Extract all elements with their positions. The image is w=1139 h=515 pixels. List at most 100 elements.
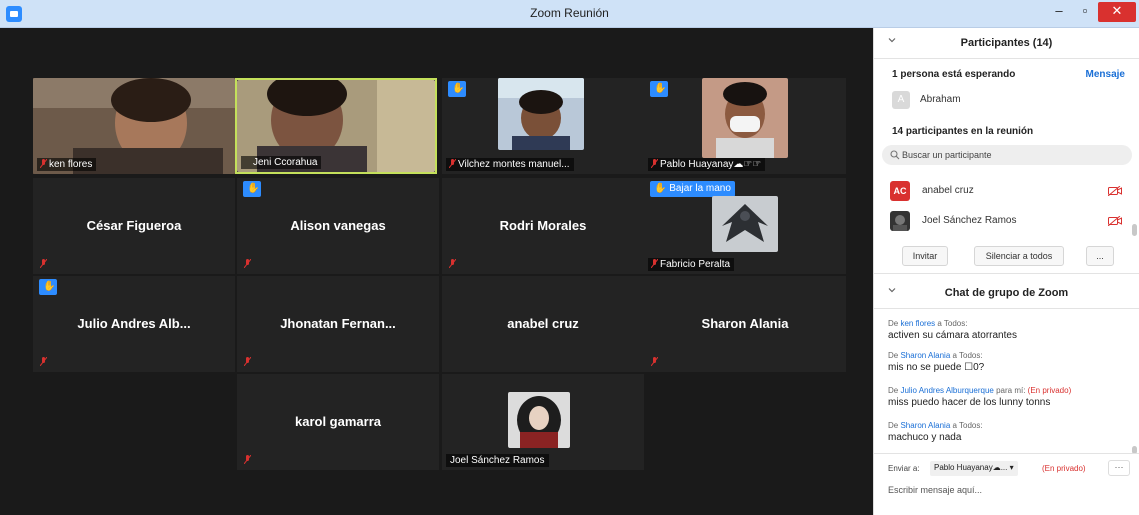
raised-hand-icon: ✋: [448, 81, 466, 97]
avatar: [890, 211, 910, 231]
participant-name: Alison vanegas: [290, 218, 386, 233]
chat-sender[interactable]: ken flores: [900, 319, 935, 328]
video-tile-jeni-ccorahua[interactable]: Jeni Ccorahua: [235, 78, 437, 174]
close-button[interactable]: ✕: [1098, 2, 1136, 22]
divider: [874, 308, 1139, 309]
video-tile-ken-flores[interactable]: ken flores: [33, 78, 235, 174]
participant-name-label: Jeni Ccorahua: [241, 156, 322, 169]
video-tile-sharon-alania[interactable]: Sharon Alania: [644, 276, 846, 372]
participant-name-label: Vilchez montes manuel...: [446, 158, 574, 171]
muted-mic-icon: [40, 259, 47, 268]
chat-text: mis no se puede ☐0?: [888, 362, 985, 373]
chat-sender[interactable]: Julio Andres Alburquerque: [900, 386, 993, 395]
video-gallery: ken flores Jeni Ccorahua ✋ Vilchez monte…: [0, 28, 873, 515]
video-tile-cesar-figueroa[interactable]: César Figueroa: [33, 178, 235, 274]
participants-header: Participantes (14): [874, 28, 1139, 58]
raised-hand-icon: ✋: [243, 181, 261, 197]
chat-text: activen su cámara atorrantes: [888, 330, 1017, 341]
participant-avatar-image: [508, 392, 570, 448]
chat-meta: De Julio Andres Alburquerque para mí: (E…: [888, 386, 1072, 395]
participants-title: Participantes (14): [960, 37, 1053, 49]
message-waiting-link[interactable]: Mensaje: [1086, 69, 1125, 80]
waiting-participant-name: Abraham: [920, 94, 961, 105]
participant-name-label: Fabricio Peralta: [648, 258, 735, 271]
video-tile-fabricio-peralta[interactable]: ✋ Bajar la mano Fabricio Peralta: [644, 178, 846, 274]
participant-row[interactable]: Joel Sánchez Ramos: [890, 210, 1130, 232]
muted-mic-icon: [651, 357, 658, 366]
video-tile-joel-sanchez[interactable]: Joel Sánchez Ramos: [442, 374, 644, 470]
video-off-icon: [1108, 216, 1122, 226]
participant-list-name: Joel Sánchez Ramos: [922, 215, 1017, 226]
video-tile-pablo-huayanay[interactable]: ✋ Pablo Huayanay☁☞☞: [644, 78, 846, 174]
search-placeholder: Buscar un participante: [902, 150, 992, 160]
video-tile-julio-andres[interactable]: ✋ Julio Andres Alb...: [33, 276, 235, 372]
participant-name: Rodri Morales: [499, 218, 587, 233]
lower-hand-label: Bajar la mano: [669, 183, 731, 194]
participant-video: [498, 78, 584, 150]
chat-message: De Julio Andres Alburquerque para mí: (E…: [888, 386, 1128, 408]
participant-video: [702, 78, 788, 158]
muted-mic-icon: [449, 259, 456, 268]
chat-meta: De Sharon Alania a Todos:: [888, 421, 983, 430]
lower-hand-button[interactable]: ✋ Bajar la mano: [650, 181, 735, 197]
avatar: AC: [890, 181, 910, 201]
participant-name: César Figueroa: [86, 218, 182, 233]
in-meeting-label: 14 participantes en la reunión: [892, 126, 1034, 137]
private-tag: (En privado): [1025, 386, 1072, 395]
participant-name: Julio Andres Alb...: [77, 316, 191, 331]
muted-mic-icon: [244, 455, 251, 464]
raised-hand-icon: ✋: [39, 279, 57, 295]
participant-name-label: Pablo Huayanay☁☞☞: [648, 158, 766, 171]
window-title: Zoom Reunión: [530, 6, 609, 20]
participant-list-name: anabel cruz: [922, 185, 974, 196]
participant-name: Jhonatan Fernan...: [280, 316, 396, 331]
muted-mic-icon: [449, 159, 456, 168]
chat-text: miss puedo hacer de los lunny tonns: [888, 397, 1051, 408]
waiting-room-label: 1 persona está esperando: [892, 69, 1016, 80]
side-panel: Participantes (14) 1 persona está espera…: [873, 28, 1139, 515]
mute-all-button[interactable]: Silenciar a todos: [974, 246, 1064, 266]
chat-message: De Sharon Alania a Todos: mis no se pued…: [888, 351, 1128, 373]
minimize-button[interactable]: –: [1046, 2, 1072, 22]
private-indicator: (En privado): [1042, 464, 1086, 473]
video-tile-rodri-morales[interactable]: Rodri Morales: [442, 178, 644, 274]
chat-message: De Sharon Alania a Todos: machuco y nada: [888, 421, 1128, 443]
send-to-dropdown[interactable]: Pablo Huayanay☁... ▾: [930, 461, 1018, 476]
muted-mic-icon: [40, 159, 47, 168]
chat-meta: De ken flores a Todos:: [888, 319, 968, 328]
video-tile-jhonatan-fernandez[interactable]: Jhonatan Fernan...: [237, 276, 439, 372]
divider: [874, 58, 1139, 59]
avatar: A: [892, 91, 910, 109]
video-tile-alison-vanegas[interactable]: ✋ Alison vanegas: [237, 178, 439, 274]
video-tile-karol-gamarra[interactable]: karol gamarra: [237, 374, 439, 470]
raised-hand-icon: ✋: [650, 81, 668, 97]
divider: [874, 453, 1139, 454]
participant-row[interactable]: AC anabel cruz: [890, 180, 1130, 202]
chat-sender[interactable]: Sharon Alania: [900, 351, 950, 360]
participant-name-label: Joel Sánchez Ramos: [446, 454, 549, 467]
chat-message-input[interactable]: Escribir mensaje aquí...: [888, 485, 982, 495]
muted-mic-icon: [651, 259, 658, 268]
video-tile-vilchez-montes[interactable]: ✋ Vilchez montes manuel...: [442, 78, 644, 174]
chat-more-button[interactable]: ···: [1108, 460, 1130, 476]
participant-search-input[interactable]: Buscar un participante: [882, 145, 1132, 165]
send-to-label: Enviar a:: [888, 464, 920, 473]
maximize-button[interactable]: ▫: [1072, 2, 1098, 22]
invite-button[interactable]: Invitar: [902, 246, 948, 266]
search-icon: [890, 150, 900, 160]
chat-meta: De Sharon Alania a Todos:: [888, 351, 983, 360]
video-tile-anabel-cruz[interactable]: anabel cruz: [442, 276, 644, 372]
participant-name: karol gamarra: [295, 414, 381, 429]
chat-sender[interactable]: Sharon Alania: [900, 421, 950, 430]
muted-mic-icon: [244, 357, 251, 366]
video-off-icon: [1108, 186, 1122, 196]
chat-text: machuco y nada: [888, 432, 962, 443]
chat-title: Chat de grupo de Zoom: [944, 287, 1069, 299]
muted-mic-icon: [40, 357, 47, 366]
muted-mic-icon: [244, 259, 251, 268]
muted-mic-icon: [651, 159, 658, 168]
chat-header: Chat de grupo de Zoom: [874, 278, 1139, 308]
more-options-button[interactable]: ...: [1086, 246, 1114, 266]
participants-scrollbar[interactable]: [1132, 224, 1137, 236]
participant-name: Sharon Alania: [701, 316, 789, 331]
